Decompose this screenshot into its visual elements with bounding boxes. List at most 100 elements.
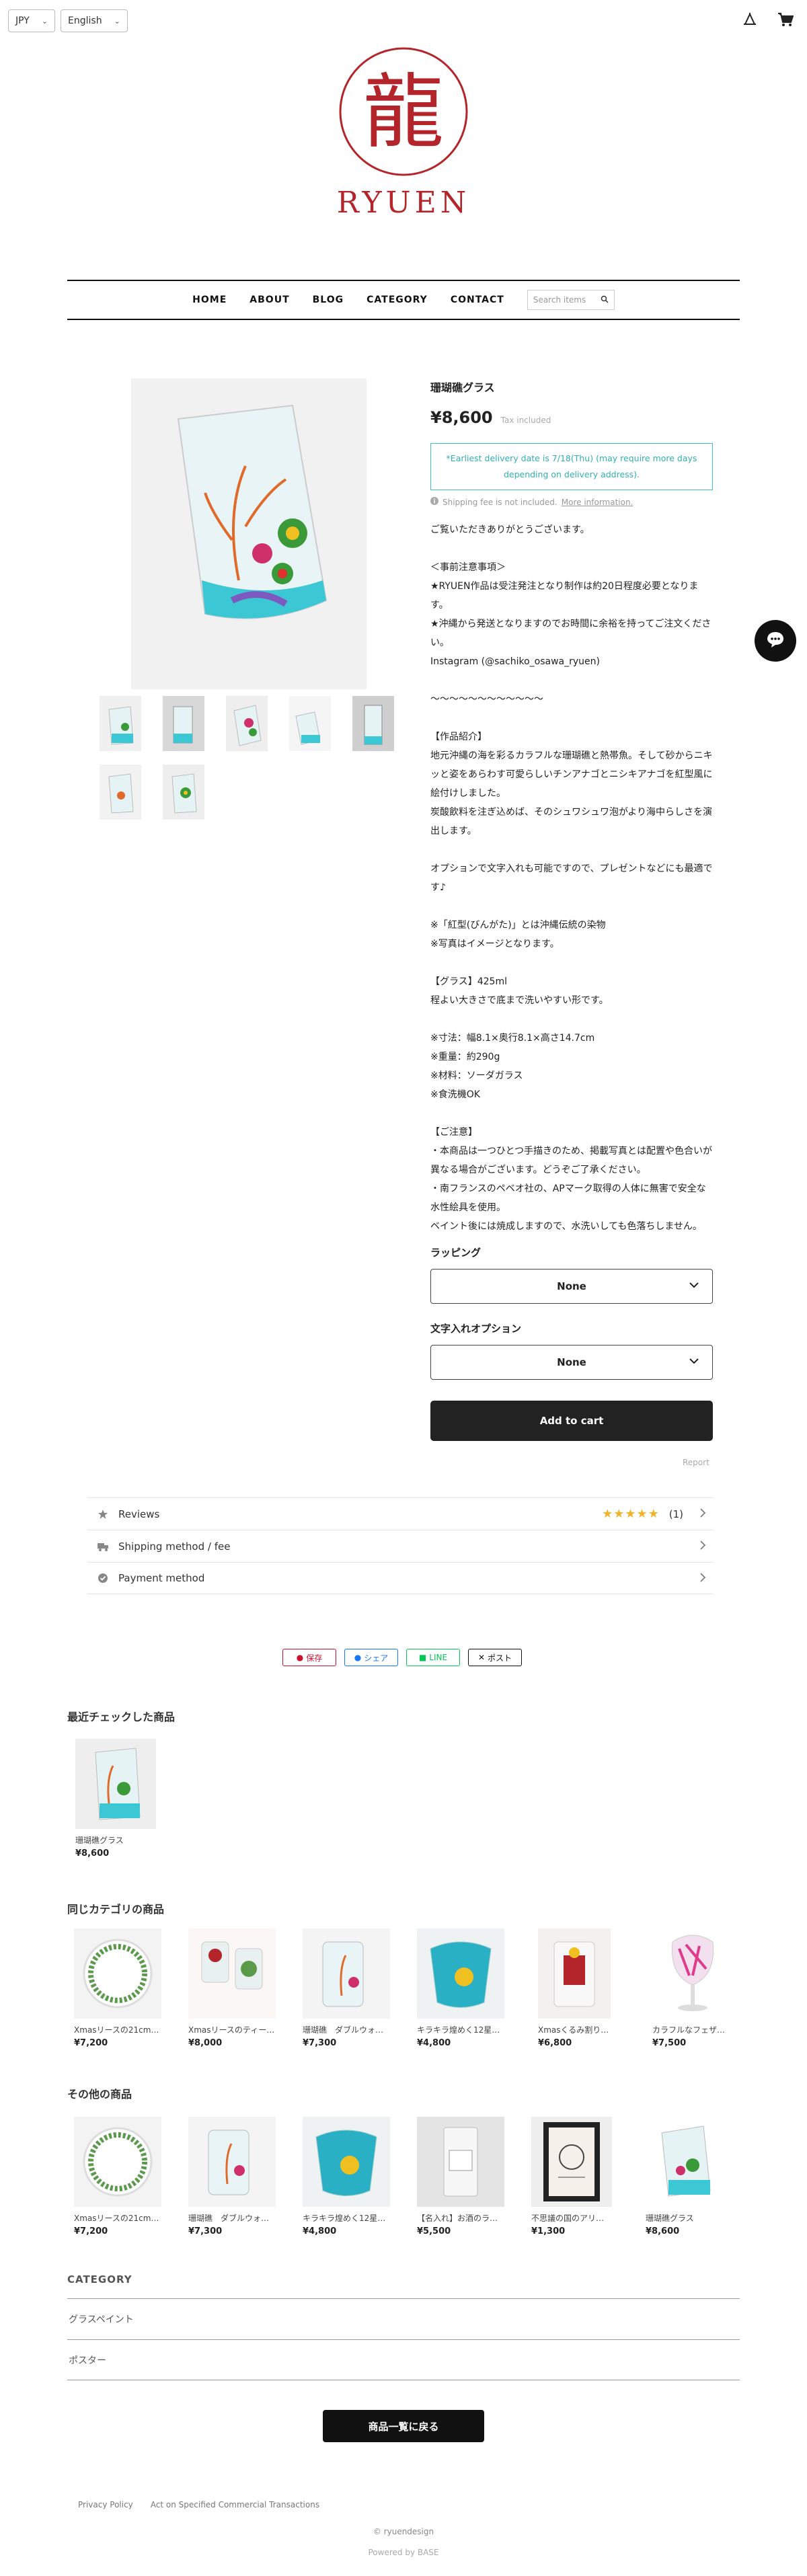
product-card[interactable]: Xmasリースの21cm… ¥7,200 — [74, 1928, 161, 2048]
language-select[interactable]: English ⌄ — [61, 9, 128, 32]
rating-stars: ★★★★★ — [602, 1507, 660, 1521]
add-to-cart-button[interactable]: Add to cart — [430, 1401, 713, 1441]
logo-emblem: 龍 — [339, 47, 468, 176]
shipping-row[interactable]: Shipping method / fee — [87, 1530, 713, 1562]
product-price: ¥4,800 — [417, 2038, 451, 2048]
search-icon[interactable] — [601, 295, 609, 305]
product-price: ¥8,600 — [646, 2226, 680, 2236]
category-item-glass-paint[interactable]: グラスペイント — [67, 2298, 740, 2339]
search-placeholder: Search items — [533, 295, 586, 305]
product-price: ¥7,300 — [303, 2038, 337, 2048]
thumbnail[interactable] — [352, 696, 394, 751]
product-thumbnail — [531, 2117, 612, 2207]
info-accordion: Reviews ★★★★★ (1) Shipping method / fee … — [87, 1497, 713, 1594]
product-thumbnail — [417, 1928, 504, 2019]
product-card[interactable]: キラキラ煌めく12星座… ¥4,800 — [417, 1928, 504, 2048]
product-thumbnail — [188, 2117, 276, 2207]
pinterest-save-button[interactable]: ● 保存 — [282, 1649, 336, 1666]
engraving-value: None — [557, 1356, 586, 1368]
nav-about[interactable]: ABOUT — [249, 295, 289, 305]
recent-title: 最近チェックした商品 — [67, 1711, 176, 1723]
thumbnail[interactable] — [163, 765, 204, 820]
payment-row[interactable]: Payment method — [87, 1562, 713, 1594]
product-name: 不思議の国のアリスポ… — [531, 2214, 612, 2223]
nav-home[interactable]: HOME — [192, 295, 227, 305]
powered-by[interactable]: Powered by BASE — [0, 2548, 807, 2557]
report-link[interactable]: Report — [683, 1458, 709, 1467]
privacy-policy-link[interactable]: Privacy Policy — [78, 2500, 133, 2509]
language-value: English — [68, 15, 102, 26]
commercial-transactions-link[interactable]: Act on Specified Commercial Transactions — [151, 2500, 319, 2509]
product-card[interactable]: Xmasリースのティー… ¥8,000 — [188, 1928, 276, 2048]
chevron-down-icon — [688, 1355, 700, 1370]
product-card[interactable]: キラキラ煌めく12星座… ¥4,800 — [303, 2117, 390, 2236]
wrapping-select[interactable]: None — [430, 1269, 713, 1304]
shipping-more-link[interactable]: More information. — [562, 498, 633, 507]
nav-blog[interactable]: BLOG — [313, 295, 344, 305]
x-post-button[interactable]: ✕ ポスト — [468, 1649, 522, 1666]
product-price: ¥8,000 — [188, 2038, 223, 2048]
search-input[interactable]: Search items — [527, 290, 615, 310]
product-thumbnail — [75, 1739, 156, 1829]
facebook-share-button[interactable]: ● シェア — [344, 1649, 398, 1666]
product-price-row: ¥8,600 Tax included — [430, 408, 713, 427]
chevron-down-icon: ⌄ — [114, 16, 120, 26]
main-nav: HOME ABOUT BLOG CATEGORY CONTACT Search … — [67, 280, 740, 320]
option-label-engraving: 文字入れオプション — [430, 1323, 522, 1335]
engraving-select[interactable]: None — [430, 1345, 713, 1380]
product-name: 珊瑚礁グラス — [75, 1836, 124, 1845]
category-item-poster[interactable]: ポスター — [67, 2339, 740, 2380]
line-share-button[interactable]: ■ LINE — [406, 1649, 460, 1666]
product-card[interactable]: カラフルなフェザーが… ¥7,500 — [652, 1928, 733, 2048]
tax-label: Tax included — [500, 416, 551, 425]
reviews-row[interactable]: Reviews ★★★★★ (1) — [87, 1497, 713, 1530]
shipping-note-text: Shipping fee is not included. — [443, 497, 558, 507]
product-name: キラキラ煌めく12星座… — [417, 2025, 504, 2035]
product-thumbnail — [74, 1928, 161, 2019]
site-logo[interactable]: 龍 RYUEN — [328, 46, 479, 220]
x-icon: ✕ — [477, 1653, 486, 1662]
product-card[interactable]: Xmasくるみ割り人形… ¥6,800 — [538, 1928, 611, 2048]
thumbnail[interactable] — [100, 765, 141, 820]
logo-wordmark: RYUEN — [336, 186, 471, 220]
product-thumbnail — [74, 2117, 161, 2207]
product-name: Xmasリースのティー… — [188, 2025, 275, 2035]
line-icon: ■ — [418, 1653, 427, 1662]
chat-button[interactable] — [755, 620, 796, 662]
thumbnail[interactable] — [226, 696, 268, 751]
thumbnail[interactable] — [100, 696, 141, 751]
truck-icon — [87, 1542, 118, 1551]
nav-category[interactable]: CATEGORY — [367, 295, 428, 305]
product-name: カラフルなフェザーが… — [652, 2025, 733, 2035]
recent-product-card[interactable]: 珊瑚礁グラス ¥8,600 — [75, 1739, 156, 1859]
product-card[interactable]: 珊瑚礁グラス ¥8,600 — [646, 2117, 726, 2236]
product-price: ¥1,300 — [531, 2226, 566, 2236]
product-card[interactable]: 【名入れ】お酒のラベ… ¥5,500 — [417, 2117, 504, 2236]
product-thumbnail — [303, 2117, 390, 2207]
product-main-image[interactable] — [131, 379, 367, 689]
thumbnail[interactable] — [163, 696, 204, 751]
product-price: ¥7,300 — [188, 2226, 223, 2236]
line-label: LINE — [429, 1653, 448, 1662]
product-name: 【名入れ】お酒のラベ… — [417, 2214, 504, 2223]
product-card[interactable]: 珊瑚礁 ダブルウォー… ¥7,300 — [303, 1928, 390, 2048]
nav-contact[interactable]: CONTACT — [451, 295, 504, 305]
chevron-right-icon — [699, 1540, 713, 1553]
product-card[interactable]: 珊瑚礁 ダブルウォー… ¥7,300 — [188, 2117, 276, 2236]
thumbnail[interactable] — [289, 696, 331, 751]
reviews-label: Reviews — [118, 1508, 160, 1520]
header-icons — [742, 12, 794, 30]
chevron-down-icon: ⌄ — [41, 16, 48, 26]
cart-icon[interactable] — [777, 12, 794, 30]
product-thumbnail — [646, 2117, 726, 2207]
back-to-list-button[interactable]: 商品一覧に戻る — [323, 2410, 484, 2442]
option-label-wrapping: ラッピング — [430, 1247, 482, 1259]
currency-select[interactable]: JPY ⌄ — [8, 9, 56, 32]
product-card[interactable]: 不思議の国のアリスポ… ¥1,300 — [531, 2117, 612, 2236]
product-card[interactable]: Xmasリースの21cm… ¥7,200 — [74, 2117, 161, 2236]
copyright: © ryuendesign — [373, 2527, 434, 2536]
facebook-label: シェア — [364, 1653, 389, 1663]
store-icon[interactable] — [742, 12, 757, 30]
product-thumbnail — [652, 1928, 733, 2019]
facebook-icon: ● — [354, 1653, 362, 1662]
